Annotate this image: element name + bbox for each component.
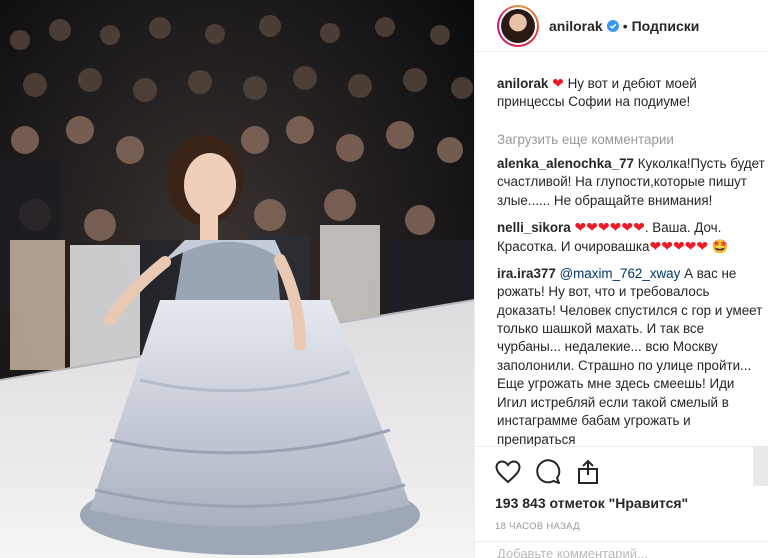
- comment-bubble-icon[interactable]: [535, 457, 575, 487]
- comment-username[interactable]: alenka_alenochka_77: [497, 156, 634, 171]
- share-icon[interactable]: [575, 457, 615, 487]
- post-sidebar: anilorak • Подписки anilorak ❤ Ну вот и …: [474, 0, 768, 558]
- likes-count[interactable]: 193 843 отметок "Нравится": [495, 495, 768, 511]
- heart-emoji-row: ❤❤❤❤❤: [649, 238, 709, 255]
- verified-badge-icon: [606, 19, 619, 32]
- post-header: anilorak • Подписки: [475, 0, 768, 52]
- add-comment-input[interactable]: Добавьте комментарий...: [475, 541, 768, 558]
- header-username[interactable]: anilorak: [549, 18, 603, 34]
- heart-emoji-row: ❤❤❤❤❤❤: [574, 219, 645, 236]
- comment-username[interactable]: nelli_sikora: [497, 220, 571, 235]
- post-actions: 193 843 отметок "Нравится" 18 часов наза…: [475, 446, 768, 532]
- comment-item: nelli_sikora ❤❤❤❤❤❤. Ваша. Доч. Красотка…: [497, 218, 765, 257]
- load-more-comments-button[interactable]: Загрузить еще комментарии: [497, 132, 768, 147]
- caption-username[interactable]: anilorak: [497, 76, 548, 91]
- comment-username[interactable]: ira.ira377: [497, 266, 556, 281]
- comment-mention[interactable]: @maxim_762_xway: [560, 266, 681, 281]
- heart-outline-icon[interactable]: [495, 457, 535, 487]
- header-separator: •: [622, 17, 628, 34]
- comment-text: А вас не рожать! Ну вот, что и требовало…: [497, 265, 763, 446]
- follow-button[interactable]: Подписки: [632, 18, 700, 34]
- bookmark-icon[interactable]: [753, 446, 768, 486]
- runway-image: [0, 0, 474, 558]
- comments-list: anilorak ❤ Ну вот и дебют моей принцессы…: [475, 52, 768, 446]
- action-icons: [495, 455, 768, 489]
- heart-emoji: ❤: [552, 75, 564, 91]
- star-struck-emoji: 🤩: [711, 239, 729, 255]
- caption: anilorak ❤ Ну вот и дебют моей принцессы…: [497, 74, 765, 112]
- comment-item: ira.ira377 @maxim_762_xway А вас не рожа…: [497, 265, 765, 446]
- comment-item: alenka_alenochka_77 Куколка!Пусть будет …: [497, 155, 765, 210]
- post-timestamp[interactable]: 18 часов назад: [495, 521, 768, 532]
- avatar[interactable]: [497, 4, 539, 47]
- post-photo[interactable]: [0, 0, 474, 558]
